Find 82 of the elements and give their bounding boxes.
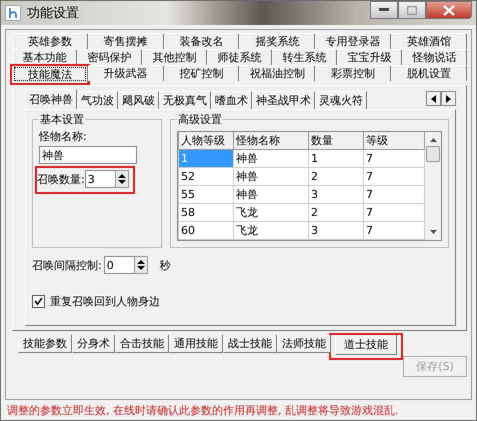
table-cell: 飞龙: [234, 222, 308, 240]
interval-field[interactable]: 0: [104, 256, 134, 274]
skill-tab[interactable]: 召唤神兽: [25, 89, 77, 109]
window-title: 功能设置: [27, 5, 79, 22]
category-tab[interactable]: 技能参数: [18, 335, 72, 353]
minimize-icon: [379, 8, 389, 12]
table-cell: 1: [308, 150, 364, 168]
warning-note: 调整的参数立即生效, 在线时请确认此参数的作用再调整, 乱调整将导致游戏混乱.: [6, 403, 400, 418]
checkbox[interactable]: [32, 295, 45, 308]
settings-tab[interactable]: 英雄参数: [12, 33, 88, 49]
category-tab[interactable]: 道士技能: [335, 335, 397, 355]
app-icon: [5, 5, 21, 21]
table-cell: 52: [178, 168, 234, 186]
close-icon: [443, 4, 455, 16]
settings-tab[interactable]: 转生系统: [272, 49, 337, 65]
skill-tab[interactable]: 神圣战甲术: [252, 91, 315, 109]
settings-tab[interactable]: 挖矿控制: [164, 65, 240, 81]
column-header[interactable]: 怪物名称: [234, 132, 308, 150]
left-arrow-icon: [431, 94, 436, 102]
settings-tab[interactable]: 技能魔法: [12, 65, 88, 83]
down-arrow-icon[interactable]: [430, 230, 436, 234]
settings-tab[interactable]: 其他控制: [142, 49, 207, 65]
unit-label: 秒: [160, 258, 171, 272]
skill-tab[interactable]: 飓风破: [118, 91, 159, 109]
category-tab[interactable]: 分身术: [72, 335, 115, 353]
table-cell: 2: [308, 204, 364, 222]
table-cell: 55: [178, 186, 234, 204]
summon-count-field[interactable]: 3: [84, 170, 115, 188]
minimize-button[interactable]: [370, 1, 398, 19]
up-arrow-icon[interactable]: [430, 138, 436, 142]
column-header[interactable]: 数量: [308, 132, 364, 150]
table-cell: 神兽: [234, 150, 308, 168]
table-cell: 飞龙: [234, 204, 308, 222]
category-tab[interactable]: 通用技能: [169, 335, 223, 353]
settings-tab[interactable]: 脱机设置: [391, 65, 467, 81]
table-cell: 3: [308, 222, 364, 240]
spin-buttons-icon[interactable]: [134, 256, 148, 274]
group-title: 基本设置: [39, 112, 85, 127]
skill-tab[interactable]: 嗜血术: [211, 91, 252, 109]
settings-tab[interactable]: 英雄酒馆: [391, 33, 467, 49]
skill-tab[interactable]: 无极真气: [159, 91, 211, 109]
table-cell: 58: [178, 204, 234, 222]
spin-buttons-icon[interactable]: [114, 170, 129, 188]
settings-tab[interactable]: 专用登录器: [315, 33, 392, 49]
skill-tab[interactable]: 气功波: [77, 91, 118, 109]
settings-tab[interactable]: 摇奖系统: [239, 33, 316, 49]
category-tab[interactable]: 法师技能: [277, 335, 331, 353]
scrollbar[interactable]: [425, 132, 441, 240]
table-cell: 3: [308, 186, 364, 204]
checkbox-label: 重复召唤回到人物身边: [50, 294, 160, 309]
maximize-button[interactable]: [398, 1, 426, 19]
scroll-right-button[interactable]: [441, 91, 456, 106]
table-cell: 神兽: [234, 186, 308, 204]
settings-tab[interactable]: 寄售摆摊: [88, 33, 164, 49]
close-button[interactable]: [426, 1, 472, 19]
table-cell: 1: [178, 150, 234, 168]
table-cell: 2: [308, 168, 364, 186]
settings-tab[interactable]: 装备改名: [164, 33, 240, 49]
table-cell: 60: [178, 222, 234, 240]
settings-tab[interactable]: 祝福油控制: [239, 65, 316, 81]
settings-tab[interactable]: 密码保护: [77, 49, 142, 65]
field-label: 怪物名称:: [39, 129, 87, 144]
right-arrow-icon: [446, 94, 451, 102]
scrollbar-thumb[interactable]: [426, 146, 440, 162]
column-header[interactable]: 人物等级: [178, 132, 234, 150]
scroll-left-button[interactable]: [426, 91, 441, 106]
settings-tab[interactable]: 宝宝升级: [337, 49, 402, 65]
group-title: 高级设置: [177, 112, 223, 127]
category-tab[interactable]: 战士技能: [223, 335, 277, 353]
skill-tab[interactable]: 灵魂火符: [315, 91, 367, 109]
settings-tab[interactable]: 师徒系统: [207, 49, 272, 65]
settings-tab[interactable]: 升级武器: [88, 65, 164, 81]
settings-tab[interactable]: 基本功能: [12, 49, 77, 65]
settings-tab[interactable]: 彩票控制: [315, 65, 392, 81]
monster-name-field[interactable]: 神兽: [39, 146, 137, 164]
settings-tab[interactable]: 怪物说话: [402, 49, 467, 65]
field-label: 召唤数量:: [37, 172, 85, 186]
table-cell: 神兽: [234, 168, 308, 186]
category-tab[interactable]: 合击技能: [115, 335, 169, 353]
field-label: 召唤间隔控制:: [32, 258, 102, 272]
column-header[interactable]: 等级: [364, 132, 424, 150]
maximize-icon: [407, 6, 417, 14]
